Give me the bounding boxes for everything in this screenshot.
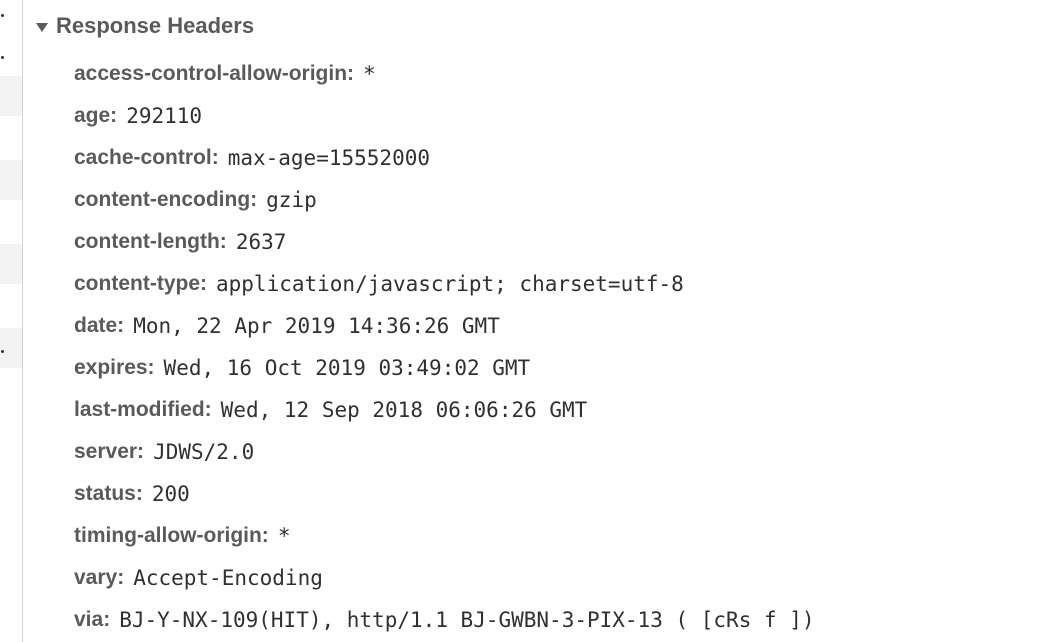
- header-name: content-length:: [74, 230, 227, 253]
- left-request-list-edge: [0, 0, 22, 642]
- header-value: Mon, 22 Apr 2019 14:36:26 GMT: [133, 314, 500, 338]
- row-stripe: [0, 244, 22, 284]
- header-value: application/javascript; charset=utf-8: [216, 272, 684, 296]
- panel-divider[interactable]: [22, 0, 23, 642]
- header-value: gzip: [266, 188, 317, 212]
- header-value: *: [363, 62, 376, 86]
- header-value: Wed, 16 Oct 2019 03:49:02 GMT: [163, 356, 531, 380]
- truncation-dot: [1, 56, 4, 59]
- truncation-dot: [1, 14, 4, 17]
- header-row: content-type: application/javascript; ch…: [74, 263, 815, 305]
- header-value: 2637: [235, 230, 287, 254]
- header-value: 200: [151, 482, 190, 506]
- header-row: date: Mon, 22 Apr 2019 14:36:26 GMT: [74, 305, 815, 347]
- row-stripe: [0, 328, 22, 368]
- header-name: cache-control:: [74, 146, 219, 169]
- header-row: last-modified: Wed, 12 Sep 2018 06:06:26…: [74, 389, 815, 431]
- section-title: Response Headers: [56, 13, 255, 38]
- headers-list: access-control-allow-origin: * age: 2921…: [74, 53, 815, 641]
- header-name: timing-allow-origin:: [74, 524, 269, 547]
- row-stripe: [0, 160, 22, 200]
- header-value: Accept-Encoding: [133, 566, 323, 590]
- header-name: status:: [74, 482, 143, 505]
- header-row: content-encoding: gzip: [74, 179, 815, 221]
- header-name: date:: [74, 314, 125, 337]
- header-name: via:: [74, 608, 111, 631]
- header-row: age: 292110: [74, 95, 815, 137]
- header-value: BJ-Y-NX-109(HIT), http/1.1 BJ-GWBN-3-PIX…: [119, 608, 815, 632]
- header-row: status: 200: [74, 473, 815, 515]
- header-value: max-age=15552000: [227, 146, 430, 170]
- header-row: server: JDWS/2.0: [74, 431, 815, 473]
- header-row: vary: Accept-Encoding: [74, 557, 815, 599]
- header-row: via: BJ-Y-NX-109(HIT), http/1.1 BJ-GWBN-…: [74, 599, 815, 641]
- header-row: access-control-allow-origin: *: [74, 53, 815, 95]
- header-name: access-control-allow-origin:: [74, 62, 355, 85]
- header-row: cache-control: max-age=15552000: [74, 137, 815, 179]
- header-name: age:: [74, 104, 118, 127]
- header-name: expires:: [74, 356, 155, 379]
- header-value: JDWS/2.0: [153, 440, 255, 464]
- header-name: server:: [74, 440, 145, 463]
- header-value: *: [277, 524, 291, 548]
- header-value: 292110: [126, 104, 203, 128]
- header-name: content-encoding:: [74, 188, 258, 211]
- header-name: content-type:: [74, 272, 207, 295]
- header-name: last-modified:: [74, 398, 212, 421]
- devtools-headers-panel: Response Headers access-control-allow-or…: [0, 0, 1044, 642]
- header-name: vary:: [74, 566, 125, 589]
- row-stripe: [0, 76, 22, 116]
- response-headers-toggle[interactable]: Response Headers: [36, 10, 254, 42]
- header-row: expires: Wed, 16 Oct 2019 03:49:02 GMT: [74, 347, 815, 389]
- header-row: timing-allow-origin: *: [74, 515, 815, 557]
- triangle-down-icon: [36, 22, 48, 32]
- header-row: content-length: 2637: [74, 221, 815, 263]
- truncation-dot: [1, 350, 4, 353]
- header-value: Wed, 12 Sep 2018 06:06:26 GMT: [220, 398, 588, 422]
